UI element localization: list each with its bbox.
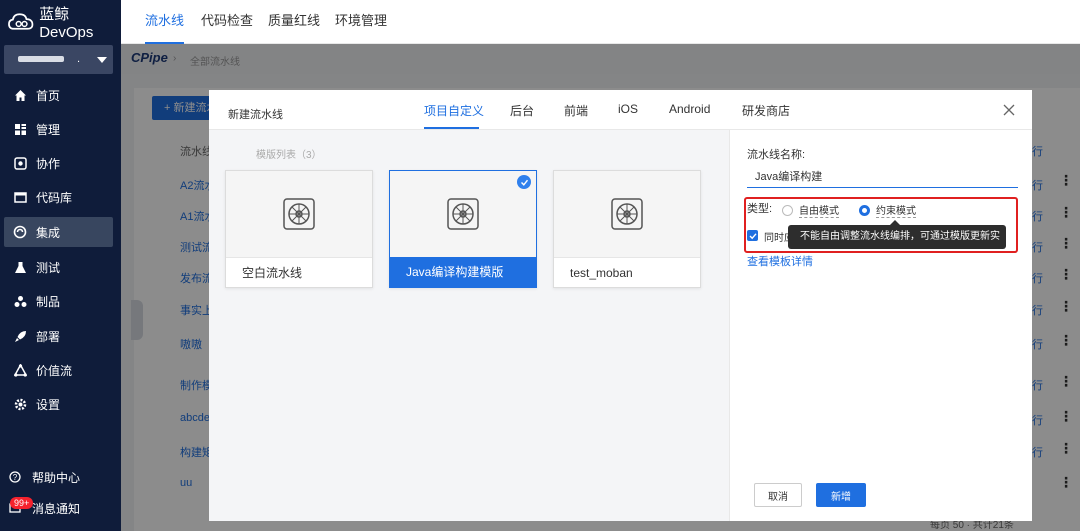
project-select[interactable]: . — [4, 45, 113, 74]
template-card-blank[interactable]: 空白流水线 — [225, 170, 373, 288]
logo-text: 蓝鲸DevOps — [39, 3, 121, 41]
pipeline-name-input[interactable]: Java编译构建 — [747, 166, 1018, 188]
sidebar-item-label: 协作 — [36, 155, 60, 172]
sidebar-item-code[interactable]: 代码库 — [4, 182, 113, 212]
sidebar-item-artifact[interactable]: 制品 — [4, 286, 113, 316]
caret-down-icon — [97, 57, 107, 63]
tab-frontend[interactable]: 前端 — [564, 102, 588, 130]
question-icon: ? — [9, 471, 23, 483]
artifact-icon — [13, 294, 27, 308]
rocket-icon — [13, 329, 27, 343]
template-label: 空白流水线 — [226, 257, 372, 287]
sidebar-item-manage[interactable]: 管理 — [4, 114, 113, 144]
sidebar-item-home[interactable]: 首页 — [4, 80, 113, 110]
sidebar-item-label: 首页 — [36, 87, 60, 104]
selected-check-icon — [517, 175, 531, 189]
template-card-test-moban[interactable]: test_moban — [553, 170, 701, 288]
close-icon[interactable] — [1002, 103, 1018, 119]
flask-icon — [13, 260, 27, 274]
apply-checkbox[interactable] — [747, 230, 758, 241]
radio-label: 约束模式 — [876, 202, 916, 218]
sidebar-item-test[interactable]: 测试 — [4, 252, 113, 282]
wheel-icon — [446, 197, 480, 231]
sidebar-item-label: 测试 — [36, 259, 60, 276]
type-label: 类型: — [747, 200, 772, 216]
home-icon — [13, 88, 27, 102]
svg-text:?: ? — [13, 473, 18, 482]
notification-badge: 99+ — [10, 497, 33, 509]
sidebar-item-deploy[interactable]: 部署 — [4, 321, 113, 351]
template-thumbnail — [226, 171, 372, 257]
pipeline-form-pane: 流水线名称: Java编译构建 类型: 自由模式 约束模式 同时应 不能自由调整… — [729, 130, 1032, 521]
radio-circle — [782, 205, 793, 216]
code-icon — [13, 190, 27, 204]
help-center[interactable]: ? 帮助中心 — [4, 465, 117, 489]
sidebar-item-valueflow[interactable]: 价值流 — [4, 355, 113, 385]
wheel-icon — [610, 197, 644, 231]
cloud-logo-icon — [8, 13, 35, 31]
constraint-mode-tooltip: 不能自由调整流水线编排，可通过模版更新实例 — [788, 225, 1006, 249]
tab-dev-store[interactable]: 研发商店 — [742, 102, 790, 130]
sidebar-item-label: 集成 — [36, 224, 60, 241]
sidebar-item-label: 部署 — [36, 328, 60, 345]
grid-icon — [13, 122, 27, 136]
view-template-detail-link[interactable]: 查看模板详情 — [747, 253, 813, 269]
sidebar-item-label: 制品 — [36, 293, 60, 310]
template-thumbnail — [554, 171, 700, 257]
tab-quality-gate[interactable]: 质量红线 — [268, 0, 320, 44]
sidebar-item-label: 价值流 — [36, 362, 72, 379]
tab-env-manage[interactable]: 环境管理 — [335, 0, 387, 44]
project-name-blurred — [18, 56, 64, 62]
tab-android[interactable]: Android — [669, 102, 710, 130]
sidebar-item-label: 管理 — [36, 121, 60, 138]
collab-icon — [13, 156, 27, 170]
template-list-caption: 模版列表（3） — [256, 146, 322, 161]
sidebar-item-settings[interactable]: 设置 — [4, 389, 113, 419]
tab-pipeline[interactable]: 流水线 — [145, 0, 184, 44]
tab-code-check[interactable]: 代码检查 — [201, 0, 253, 44]
tab-backend[interactable]: 后台 — [510, 102, 534, 130]
pipeline-name-label: 流水线名称: — [747, 146, 805, 162]
flow-icon — [13, 363, 27, 377]
sidebar-item-label: 设置 — [36, 396, 60, 413]
sidebar-item-integration[interactable]: 集成 — [4, 217, 113, 247]
radio-circle-checked — [859, 205, 870, 216]
top-nav: 流水线 代码检查 质量红线 环境管理 — [121, 0, 1080, 44]
sidebar-item-label: 代码库 — [36, 189, 72, 206]
template-thumbnail — [390, 171, 536, 257]
help-label: 帮助中心 — [32, 469, 80, 486]
template-list-pane: 模版列表（3） 空白流水线 Java编译构建模版 test_moban — [209, 130, 729, 521]
tab-project-custom[interactable]: 项目自定义 — [424, 102, 484, 130]
radio-constraint-mode[interactable]: 约束模式 — [859, 202, 916, 218]
logo[interactable]: 蓝鲸DevOps — [8, 10, 121, 34]
new-pipeline-dialog: 新建流水线 项目自定义 后台 前端 iOS Android 研发商店 模版列表（… — [209, 90, 1032, 521]
cancel-button[interactable]: 取消 — [754, 483, 802, 507]
gear-icon — [13, 397, 27, 411]
integration-icon — [13, 225, 27, 239]
sidebar-item-collab[interactable]: 协作 — [4, 148, 113, 178]
template-label: test_moban — [554, 257, 700, 287]
project-name-dot: . — [77, 53, 80, 65]
template-label: Java编译构建模版 — [390, 257, 536, 287]
wheel-icon — [282, 197, 316, 231]
radio-free-mode[interactable]: 自由模式 — [782, 202, 839, 218]
dialog-title: 新建流水线 — [228, 106, 283, 122]
create-button[interactable]: 新增 — [816, 483, 866, 507]
template-card-java[interactable]: Java编译构建模版 — [389, 170, 537, 288]
sidebar: 蓝鲸DevOps . 首页 管理 协作 代码库 集成 测试 制品 部署 价值流 — [0, 0, 121, 531]
tab-ios[interactable]: iOS — [618, 102, 638, 130]
notify-label: 消息通知 — [32, 500, 80, 517]
radio-label: 自由模式 — [799, 202, 839, 218]
